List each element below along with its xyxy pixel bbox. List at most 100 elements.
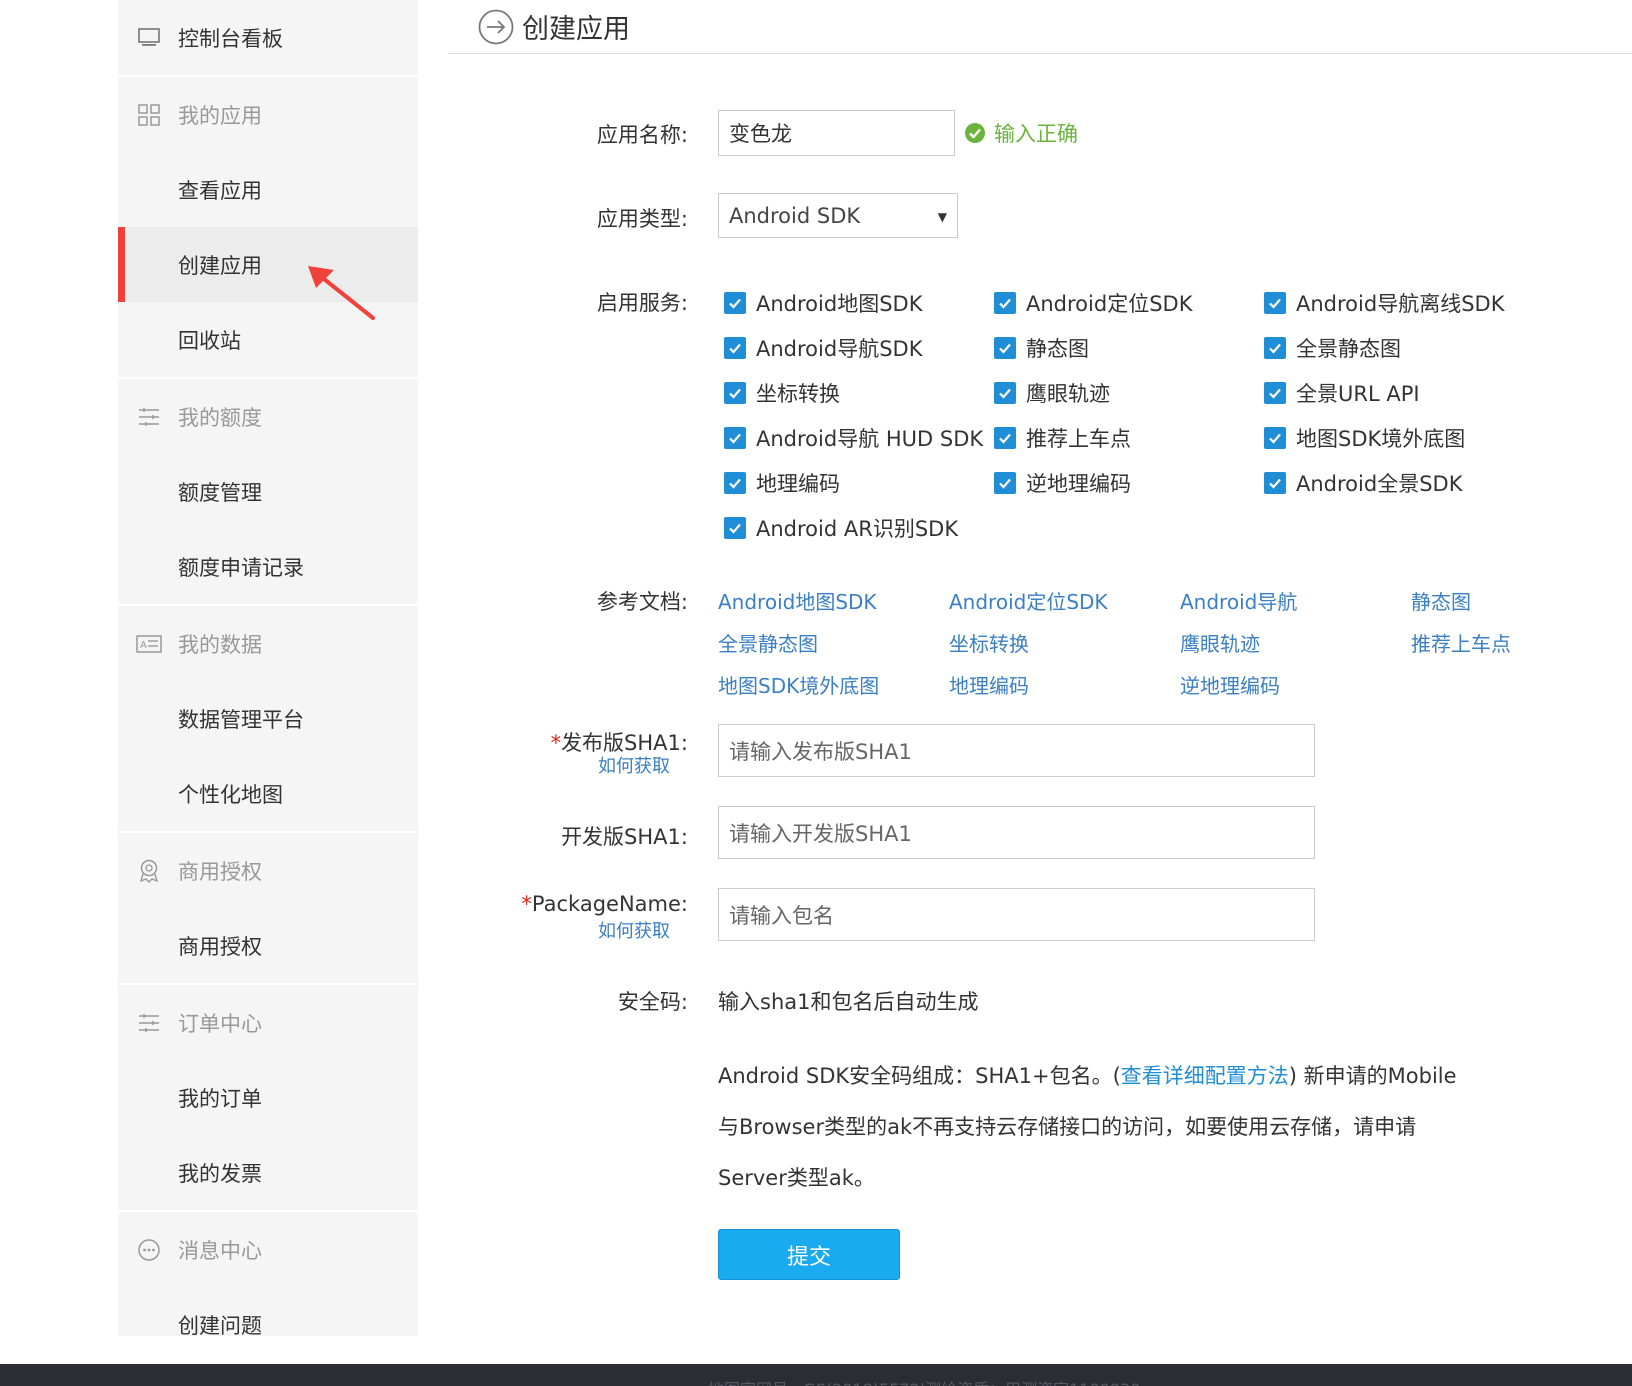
- checkbox-checked-icon: [724, 517, 746, 539]
- sidebar-group-title: 我的数据: [178, 632, 262, 657]
- sidebar-group-my-apps[interactable]: 我的应用: [118, 77, 418, 152]
- sidebar-item-create-issue[interactable]: 创建问题: [118, 1287, 418, 1362]
- release-sha1-help-link[interactable]: 如何获取: [450, 752, 670, 778]
- sidebar-item-label: 个性化地图: [178, 782, 283, 807]
- sidebar-item-commercial-license[interactable]: 商用授权: [118, 908, 418, 983]
- page-header: 创建应用: [448, 0, 1632, 54]
- sidebar-item-label: 我的订单: [178, 1086, 262, 1111]
- validation-message: 输入正确: [964, 118, 1078, 148]
- dev-sha1-label: 开发版SHA1:: [561, 825, 688, 849]
- sidebar-item-dashboard[interactable]: 控制台看板: [118, 0, 418, 75]
- service-label: Android全景SDK: [1296, 472, 1463, 496]
- sidebar-item-quota-manage[interactable]: 额度管理: [118, 454, 418, 529]
- submit-button[interactable]: 提交: [718, 1229, 900, 1280]
- service-checkbox[interactable]: 推荐上车点: [994, 423, 1131, 453]
- sidebar-item-quota-records[interactable]: 额度申请记录: [118, 529, 418, 604]
- security-code-value: 输入sha1和包名后自动生成: [718, 990, 979, 1014]
- package-name-help-link[interactable]: 如何获取: [450, 917, 670, 943]
- service-checkbox[interactable]: 全景URL API: [1264, 378, 1420, 408]
- service-checkbox[interactable]: 全景静态图: [1264, 333, 1401, 363]
- service-label: Android AR识别SDK: [756, 517, 959, 541]
- checkbox-checked-icon: [1264, 427, 1286, 449]
- release-sha1-input[interactable]: 请输入发布版SHA1: [718, 724, 1315, 777]
- doc-link[interactable]: 鹰眼轨迹: [1180, 628, 1260, 657]
- checkbox-checked-icon: [1264, 472, 1286, 494]
- doc-link[interactable]: 逆地理编码: [1180, 670, 1280, 699]
- package-name-input[interactable]: 请输入包名: [718, 888, 1315, 941]
- doc-link[interactable]: 坐标转换: [949, 628, 1029, 657]
- required-mark: *: [521, 892, 532, 916]
- grid-icon: [136, 102, 162, 128]
- app-type-select[interactable]: Android SDK ▼: [718, 193, 958, 238]
- service-label: Android地图SDK: [756, 292, 923, 316]
- nav-group-dashboard: 控制台看板: [118, 0, 418, 77]
- note-text: ) 新申请的Mobile: [1288, 1064, 1457, 1088]
- nav-group-data: A 我的数据 数据管理平台 个性化地图: [118, 606, 418, 833]
- service-checkbox[interactable]: Android导航离线SDK: [1264, 288, 1504, 318]
- sidebar-item-custom-map[interactable]: 个性化地图: [118, 756, 418, 831]
- service-label: 地理编码: [756, 472, 840, 496]
- service-checkbox[interactable]: Android地图SDK: [724, 288, 922, 318]
- checkbox-checked-icon: [724, 472, 746, 494]
- sidebar-group-orders[interactable]: 订单中心: [118, 985, 418, 1060]
- service-checkbox[interactable]: Android导航SDK: [724, 333, 922, 363]
- service-checkbox[interactable]: 地图SDK境外底图: [1264, 423, 1465, 453]
- chat-icon: [136, 1237, 162, 1263]
- doc-link[interactable]: 地理编码: [949, 670, 1029, 699]
- dev-sha1-input[interactable]: 请输入开发版SHA1: [718, 806, 1315, 859]
- checkbox-checked-icon: [1264, 382, 1286, 404]
- footer: 地图官网号 · GS(2018)5572|测绘资质：甲测资字1100930: [0, 1364, 1632, 1386]
- app-type-value: Android SDK: [729, 203, 861, 228]
- doc-link[interactable]: 推荐上车点: [1411, 628, 1511, 657]
- service-checkbox[interactable]: Android全景SDK: [1264, 468, 1462, 498]
- service-label: 逆地理编码: [1026, 472, 1131, 496]
- list-icon: [136, 404, 162, 430]
- sidebar-item-data-platform[interactable]: 数据管理平台: [118, 681, 418, 756]
- dropdown-arrow-icon: ▼: [937, 210, 947, 224]
- service-label: 地图SDK境外底图: [1296, 427, 1466, 451]
- service-checkbox[interactable]: Android AR识别SDK: [724, 513, 958, 543]
- doc-link[interactable]: Android导航: [1180, 586, 1297, 615]
- service-checkbox[interactable]: 鹰眼轨迹: [994, 378, 1110, 408]
- doc-link[interactable]: 地图SDK境外底图: [718, 670, 879, 699]
- service-label: 全景URL API: [1296, 382, 1420, 406]
- service-label: Android定位SDK: [1026, 292, 1193, 316]
- checkbox-checked-icon: [724, 427, 746, 449]
- doc-link[interactable]: 全景静态图: [718, 628, 818, 657]
- sidebar-group-quota[interactable]: 我的额度: [118, 379, 418, 454]
- service-checkbox[interactable]: 坐标转换: [724, 378, 840, 408]
- service-label: Android导航SDK: [756, 337, 923, 361]
- sidebar-item-label: 商用授权: [178, 934, 262, 959]
- service-label: 推荐上车点: [1026, 427, 1131, 451]
- sidebar-group-license[interactable]: 商用授权: [118, 833, 418, 908]
- doc-link[interactable]: Android定位SDK: [949, 586, 1108, 615]
- service-checkbox[interactable]: 逆地理编码: [994, 468, 1131, 498]
- doc-link[interactable]: 静态图: [1411, 586, 1471, 615]
- annotation-arrow-icon: [308, 266, 375, 320]
- service-checkbox[interactable]: 静态图: [994, 333, 1089, 363]
- checkbox-checked-icon: [1264, 337, 1286, 359]
- sidebar-group-data[interactable]: A 我的数据: [118, 606, 418, 681]
- checkbox-checked-icon: [994, 427, 1016, 449]
- app-name-input[interactable]: 变色龙: [718, 110, 955, 156]
- config-method-link[interactable]: 查看详细配置方法: [1121, 1064, 1289, 1088]
- service-checkbox[interactable]: Android定位SDK: [994, 288, 1192, 318]
- sidebar-item-label: 回收站: [178, 328, 241, 353]
- checkbox-checked-icon: [724, 382, 746, 404]
- check-circle-icon: [965, 123, 985, 143]
- note-text: Android SDK安全码组成：SHA1+包名。(: [718, 1064, 1121, 1088]
- sidebar-item-my-orders[interactable]: 我的订单: [118, 1060, 418, 1135]
- sidebar-item-my-invoices[interactable]: 我的发票: [118, 1135, 418, 1210]
- service-checkbox[interactable]: 地理编码: [724, 468, 840, 498]
- sidebar-item-view-apps[interactable]: 查看应用: [118, 152, 418, 227]
- badge-icon: [136, 858, 162, 884]
- nav-group-quota: 我的额度 额度管理 额度申请记录: [118, 379, 418, 606]
- service-checkbox[interactable]: Android导航 HUD SDK: [724, 423, 983, 453]
- checkbox-checked-icon: [994, 292, 1016, 314]
- sidebar-group-messages[interactable]: 消息中心: [118, 1212, 418, 1287]
- doc-link[interactable]: Android地图SDK: [718, 586, 877, 615]
- security-code-label: 安全码:: [617, 990, 688, 1014]
- nav-group-license: 商用授权 商用授权: [118, 833, 418, 985]
- list-icon: [136, 1010, 162, 1036]
- service-label: 全景静态图: [1296, 337, 1401, 361]
